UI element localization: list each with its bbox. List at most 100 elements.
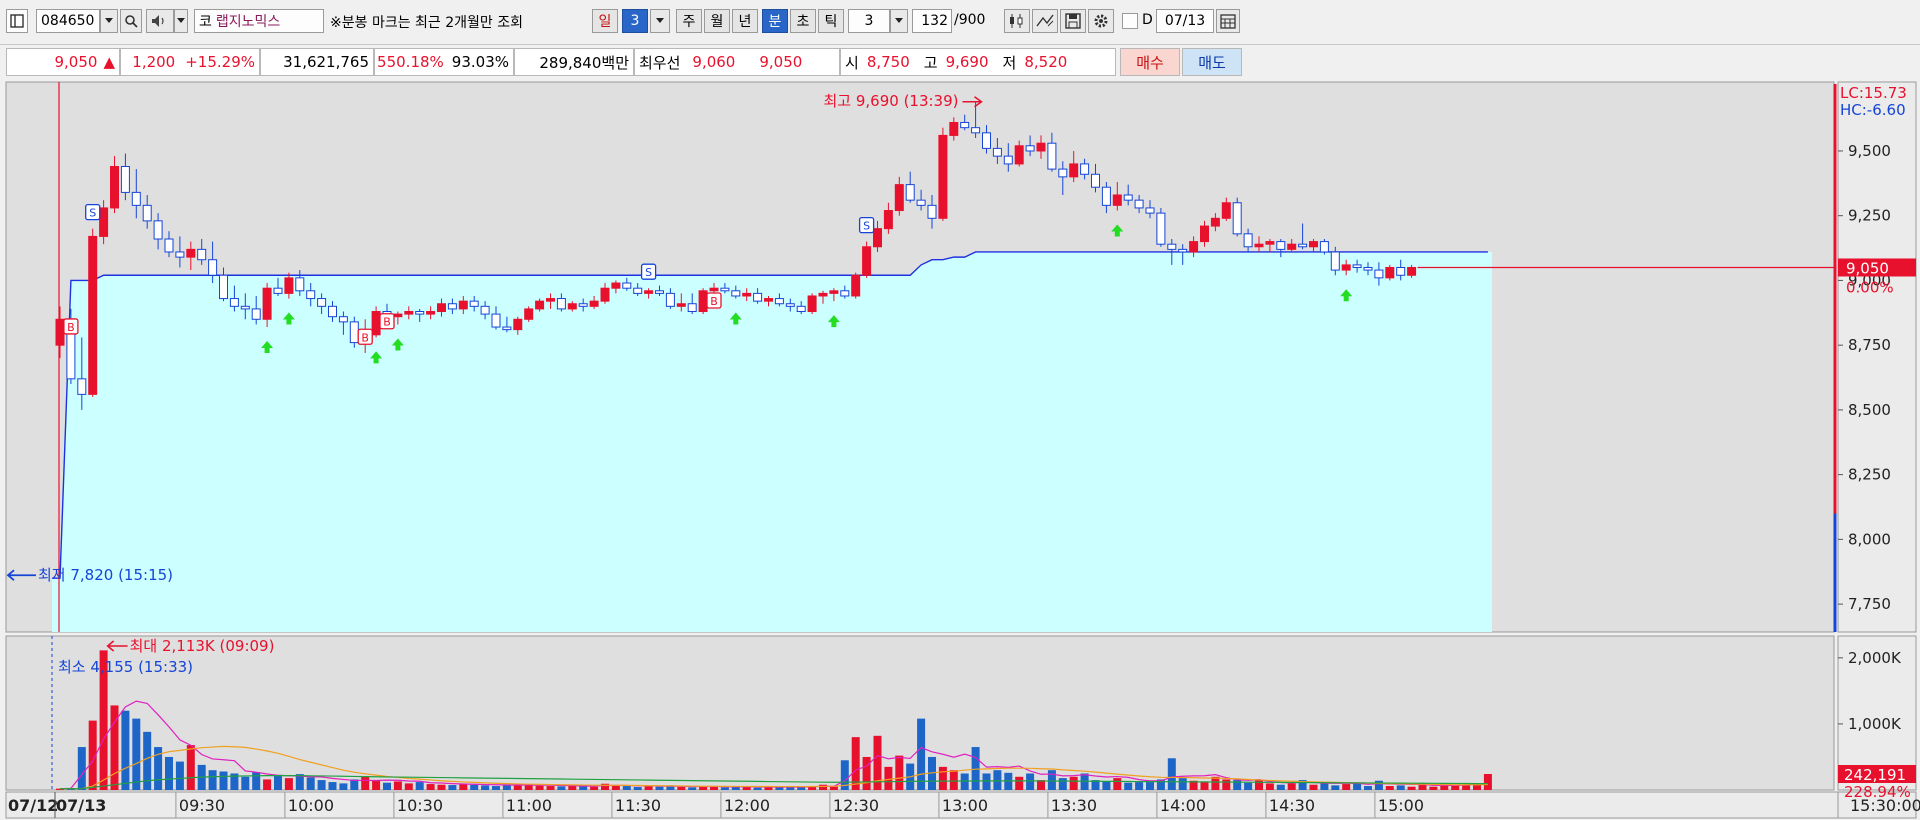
- price-volume-chart[interactable]: B B B B S S S 최고 9,690 (13:39) 최저 7,820 (15:15) 9…: [0, 80, 1920, 820]
- candle-body: [1156, 212, 1166, 245]
- volume-bar: [437, 784, 446, 790]
- stock-name-field[interactable]: 코 랩지노믹스: [194, 9, 324, 33]
- candle-body: [1025, 145, 1035, 152]
- volume-bar: [1069, 776, 1078, 790]
- candle-body: [1232, 202, 1242, 235]
- candle-body: [164, 238, 174, 253]
- price-tick-label: 9,250: [1848, 207, 1891, 225]
- tab-minute[interactable]: 분: [762, 9, 788, 33]
- volume-bar: [1178, 778, 1187, 790]
- candle-body: [502, 326, 512, 331]
- draw-tool-icon[interactable]: [1032, 9, 1058, 33]
- day-count-field[interactable]: 3: [622, 9, 648, 33]
- gear-icon[interactable]: [1088, 9, 1114, 33]
- candle-body: [513, 318, 523, 331]
- calendar-icon[interactable]: [1216, 9, 1240, 33]
- day-count-dropdown[interactable]: [650, 9, 670, 33]
- volume-bar: [775, 787, 784, 790]
- price-tick-label: 8,000: [1848, 530, 1891, 548]
- volume-bar: [949, 770, 958, 790]
- buy-button[interactable]: 매수: [1120, 48, 1180, 76]
- turnover-ratio: 93.03%: [451, 53, 509, 71]
- date-mark-prev: 07/12: [8, 796, 58, 815]
- candle-body: [1352, 264, 1362, 268]
- volume-bar: [622, 786, 631, 790]
- count-input[interactable]: 132: [912, 9, 952, 33]
- volume-bar: [306, 777, 315, 790]
- candle-body: [600, 287, 610, 302]
- save-icon[interactable]: [1060, 9, 1086, 33]
- price-tick-label: 8,500: [1848, 401, 1891, 419]
- candle-body: [992, 147, 1002, 157]
- volume-bar: [1429, 786, 1438, 790]
- tab-day[interactable]: 일: [592, 9, 618, 33]
- time-tick-label: 14:00: [1160, 796, 1206, 815]
- high-price: 9,690: [945, 53, 989, 71]
- candle-body: [306, 290, 316, 300]
- candle-body: [447, 303, 457, 310]
- speaker-icon[interactable]: [146, 9, 174, 33]
- volume-bar: [1047, 770, 1056, 790]
- tab-second[interactable]: 초: [790, 9, 816, 33]
- candle-body: [437, 303, 446, 313]
- candle-body: [1287, 243, 1297, 250]
- candle-body: [120, 166, 130, 193]
- tab-tick[interactable]: 틱: [818, 9, 844, 33]
- tab-year[interactable]: 년: [732, 9, 758, 33]
- d-checkbox[interactable]: [1122, 13, 1138, 29]
- candle-body: [1298, 243, 1308, 248]
- candle-body: [393, 313, 403, 318]
- tab-month[interactable]: 월: [704, 9, 730, 33]
- candle-body: [295, 277, 305, 292]
- candle-body: [949, 121, 959, 136]
- volume-bar: [415, 782, 424, 790]
- tab-week[interactable]: 주: [676, 9, 702, 33]
- candle-body: [774, 298, 784, 305]
- ask-price: 9,060: [692, 53, 736, 71]
- interval-input[interactable]: 3: [848, 9, 890, 33]
- stock-code-dropdown[interactable]: [100, 9, 118, 33]
- price-tick-label: 8,250: [1848, 466, 1891, 484]
- search-icon[interactable]: [120, 9, 142, 33]
- candle-body: [524, 308, 534, 320]
- interval-dropdown[interactable]: [890, 9, 908, 33]
- volume-bar: [1167, 758, 1176, 790]
- candle-body: [720, 287, 730, 292]
- volume-bar: [1015, 776, 1024, 790]
- stock-code-input[interactable]: 084650: [36, 9, 100, 33]
- volume-bar: [731, 787, 740, 790]
- layout-icon[interactable]: [6, 9, 28, 33]
- time-tick-label: 12:30: [833, 796, 879, 815]
- current-price-cell: 9,050 ▲: [6, 48, 120, 76]
- candle-body: [1178, 248, 1188, 253]
- candle-body: [1014, 145, 1024, 165]
- candle-type-icon[interactable]: [1004, 9, 1030, 33]
- candle-body: [1210, 217, 1220, 227]
- volume-bar: [361, 776, 370, 790]
- candle-body: [491, 313, 501, 328]
- volume-bar: [993, 770, 1002, 790]
- candle-body: [88, 235, 98, 395]
- volume-bar: [611, 785, 620, 790]
- open-label: 시: [845, 53, 859, 72]
- volume-bar: [1244, 782, 1253, 790]
- candle-body: [1112, 194, 1122, 206]
- candle-body: [829, 290, 839, 294]
- volume-bar: [393, 781, 402, 790]
- buy-signal-label: B: [67, 321, 75, 334]
- volume-bar: [1146, 782, 1154, 790]
- candle-body: [1330, 251, 1340, 271]
- volume-value: 31,621,765: [283, 53, 369, 71]
- candle-body: [862, 246, 872, 276]
- sell-button[interactable]: 매도: [1182, 48, 1242, 76]
- volume-bar: [1113, 778, 1122, 790]
- volume-bar: [579, 786, 588, 790]
- speaker-dropdown[interactable]: [174, 9, 188, 33]
- candle-body: [589, 300, 599, 307]
- date-input[interactable]: 07/13: [1156, 9, 1214, 33]
- candle-body: [1319, 241, 1329, 253]
- count-max: /900: [954, 12, 986, 28]
- open-price: 8,750: [866, 53, 910, 71]
- candle-body: [1101, 186, 1111, 206]
- price-tick-label: 9,500: [1848, 142, 1891, 160]
